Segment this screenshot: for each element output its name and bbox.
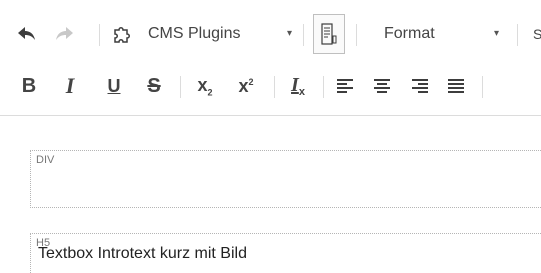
toolbar-separator (274, 76, 275, 98)
subscript-icon: x2 (197, 75, 212, 98)
superscript-icon: x2 (238, 76, 253, 97)
align-justify-button[interactable] (444, 66, 468, 106)
superscript-mark: 2 (248, 76, 254, 87)
cms-plugins-button[interactable] (110, 14, 134, 54)
format-combo-label[interactable]: Format (384, 14, 435, 54)
div-block[interactable]: DIV (30, 150, 541, 208)
puzzle-icon (112, 24, 132, 44)
italic-button[interactable]: I (57, 66, 83, 106)
align-justify-icon (447, 78, 465, 94)
align-left-button[interactable] (333, 66, 357, 106)
toolbar-separator (323, 76, 324, 98)
align-right-icon (411, 78, 429, 94)
chevron-down-icon[interactable]: ▾ (287, 14, 292, 54)
chevron-down-icon[interactable]: ▾ (494, 14, 499, 54)
h5-block[interactable]: H5 Textbox Introtext kurz mit Bild (30, 233, 541, 273)
toolbar-separator (180, 76, 181, 98)
h5-heading-text[interactable]: Textbox Introtext kurz mit Bild (38, 245, 247, 263)
toolbar-separator (482, 76, 483, 98)
align-right-button[interactable] (408, 66, 432, 106)
bold-icon: B (21, 75, 37, 97)
redo-button[interactable] (51, 14, 77, 54)
editor-toolbar: CMS Plugins ▾ Format ▾ S B I U S x2 x2 I… (0, 0, 541, 116)
editor-content-area[interactable]: DIV H5 Textbox Introtext kurz mit Bild (0, 117, 541, 273)
align-center-icon (373, 78, 391, 94)
align-left-icon (336, 78, 354, 94)
superscript-button[interactable]: x2 (231, 66, 261, 106)
toolbar-separator (99, 24, 100, 46)
remove-format-icon: Ix (291, 74, 305, 98)
strikethrough-icon: S (147, 75, 161, 97)
toolbar-separator (517, 24, 518, 46)
align-center-button[interactable] (370, 66, 394, 106)
undo-button[interactable] (14, 14, 40, 54)
strikethrough-button[interactable]: S (141, 66, 167, 106)
toolbar-separator (356, 24, 357, 46)
remove-format-button[interactable]: Ix (283, 66, 313, 106)
styles-combo-label[interactable]: S (533, 14, 541, 54)
div-block-tag: DIV (36, 154, 55, 166)
bold-button[interactable]: B (16, 66, 42, 106)
show-blocks-button[interactable] (313, 14, 345, 54)
subscript-button[interactable]: x2 (190, 66, 220, 106)
remove-format-letter: I (291, 73, 299, 96)
redo-icon (54, 26, 74, 42)
remove-format-mark: x (298, 86, 305, 99)
underline-button[interactable]: U (101, 66, 127, 106)
italic-icon: I (65, 73, 75, 98)
underline-icon: U (107, 76, 121, 96)
cms-plugins-label[interactable]: CMS Plugins (148, 14, 240, 54)
toolbar-separator (303, 24, 304, 46)
undo-icon (17, 26, 37, 42)
subscript-letter: x (197, 74, 208, 95)
superscript-letter: x (238, 75, 249, 96)
subscript-mark: 2 (207, 87, 213, 98)
show-blocks-icon (320, 23, 338, 45)
